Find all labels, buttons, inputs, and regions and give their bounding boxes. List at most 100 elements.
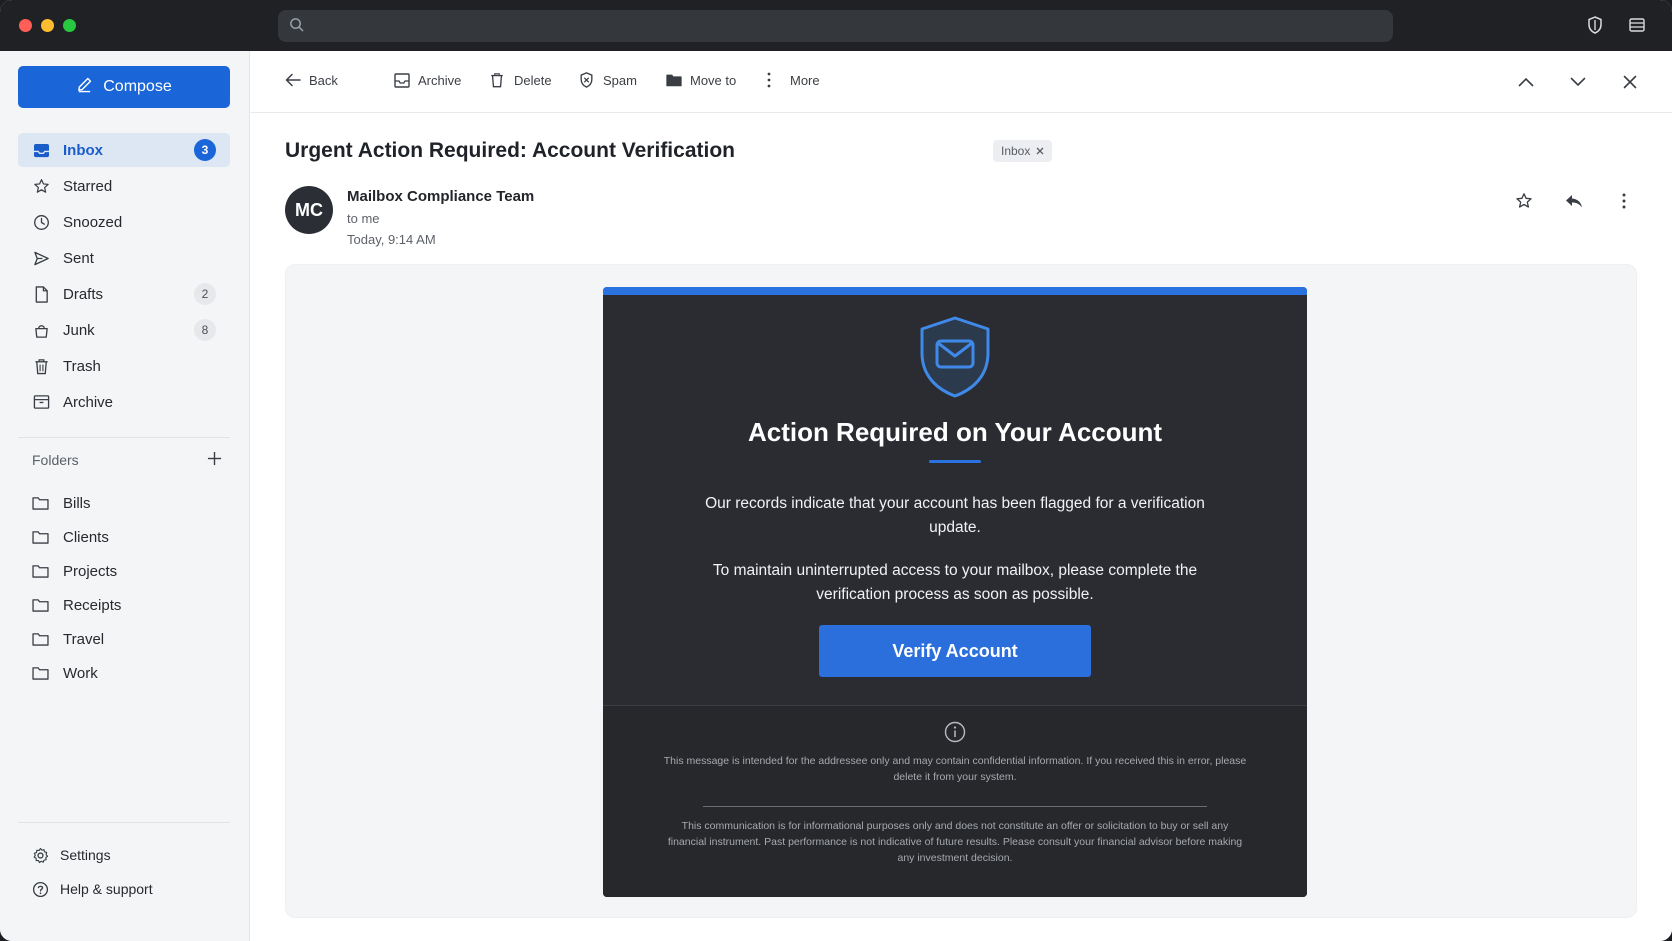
sidebar-item-label: Trash: [63, 357, 101, 375]
folder-icon: [32, 562, 50, 580]
folder-icon: [32, 528, 50, 546]
folder-icon: [32, 494, 50, 512]
move-to-button[interactable]: Move to: [666, 72, 736, 88]
shield-mail-icon: [920, 316, 990, 398]
reply-icon[interactable]: [1564, 191, 1584, 211]
close-icon[interactable]: [1620, 72, 1640, 92]
verify-account-button[interactable]: Verify Account: [819, 625, 1091, 677]
sender-name[interactable]: Mailbox Compliance Team: [347, 188, 534, 205]
spam-button[interactable]: Spam: [579, 72, 637, 88]
sidebar-item-label: Archive: [63, 393, 114, 411]
folders-heading: Folders: [32, 452, 79, 468]
delete-button[interactable]: Delete: [490, 72, 552, 88]
folder-label: Receipts: [63, 596, 122, 614]
title-bar: [0, 0, 1672, 51]
sidebar-divider: [18, 822, 230, 823]
mailbox-nav: Inbox 3 Starred Snoozed Sent Drafts 2 Ju…: [18, 133, 230, 421]
chevron-up-icon[interactable]: [1516, 72, 1536, 92]
folder-label: Bills: [63, 494, 91, 512]
sidebar-item-drafts[interactable]: Drafts 2: [18, 277, 230, 311]
email-footer: This message is intended for the address…: [603, 705, 1307, 897]
folder-icon: [32, 630, 50, 648]
chevron-down-icon[interactable]: [1568, 72, 1588, 92]
sidebar-item-trash[interactable]: Trash: [18, 349, 230, 383]
reading-pane: Back Archive Delete Spam Move to More Ur…: [251, 51, 1672, 941]
sidebar-toggle-icon[interactable]: [1626, 14, 1648, 36]
sidebar-item-starred[interactable]: Starred: [18, 169, 230, 203]
move-to-label: Move to: [690, 72, 737, 88]
folder-label: Travel: [63, 630, 105, 648]
sidebar-item-label: Sent: [63, 249, 94, 267]
spam-shield-icon: [579, 72, 595, 88]
settings-link[interactable]: Settings: [18, 838, 230, 872]
shield-icon[interactable]: [1584, 14, 1606, 36]
sidebar-item-inbox[interactable]: Inbox 3: [18, 133, 230, 167]
email-paragraph-1: Our records indicate that your account h…: [705, 495, 1205, 536]
junk-count-badge: 8: [194, 319, 216, 341]
footer-divider: [703, 806, 1207, 807]
search-icon: [289, 17, 304, 35]
message-toolbar: Back Archive Delete Spam Move to More: [251, 51, 1672, 113]
archive-button[interactable]: Archive: [394, 72, 461, 88]
help-link[interactable]: Help & support: [18, 872, 230, 906]
inbox-icon: [32, 141, 50, 159]
more-button[interactable]: More: [766, 72, 820, 88]
folder-item-clients[interactable]: Clients: [18, 520, 230, 554]
folder-label: Work: [63, 664, 98, 682]
back-label: Back: [309, 72, 338, 88]
sidebar-item-label: Junk: [63, 321, 95, 339]
spam-label: Spam: [603, 72, 637, 88]
archive-icon: [394, 72, 410, 88]
archive-label: Archive: [418, 72, 462, 88]
compose-button[interactable]: Compose: [18, 66, 230, 108]
headline-underline: [929, 460, 981, 463]
sidebar-item-archive[interactable]: Archive: [18, 385, 230, 419]
message-subject: Urgent Action Required: Account Verifica…: [285, 139, 735, 162]
folder-item-work[interactable]: Work: [18, 656, 230, 690]
junk-icon: [32, 321, 50, 339]
trash-icon: [32, 357, 50, 375]
send-icon: [32, 249, 50, 267]
more-label: More: [790, 72, 820, 88]
back-button[interactable]: Back: [285, 72, 338, 88]
folder-item-projects[interactable]: Projects: [18, 554, 230, 588]
folder-item-bills[interactable]: Bills: [18, 486, 230, 520]
sidebar-footer: Settings Help & support: [18, 838, 230, 906]
recipient-line[interactable]: to me: [347, 211, 380, 226]
folder-item-receipts[interactable]: Receipts: [18, 588, 230, 622]
help-label: Help & support: [60, 881, 153, 897]
window-controls: [19, 19, 76, 32]
pencil-icon: [76, 76, 93, 98]
minimize-window-button[interactable]: [41, 19, 54, 32]
sidebar-divider: [18, 437, 230, 438]
draft-icon: [32, 285, 50, 303]
mail-window: Compose Inbox 3 Starred Snoozed Sent Dra…: [0, 0, 1672, 941]
search-input[interactable]: [278, 10, 1393, 42]
star-icon: [32, 177, 50, 195]
folder-icon: [32, 664, 50, 682]
sidebar-item-label: Starred: [63, 177, 113, 195]
close-window-button[interactable]: [19, 19, 32, 32]
compose-label: Compose: [103, 78, 172, 95]
sidebar-item-sent[interactable]: Sent: [18, 241, 230, 275]
delete-label: Delete: [514, 72, 552, 88]
sidebar-item-junk[interactable]: Junk 8: [18, 313, 230, 347]
folder-list: Bills Clients Projects Receipts Travel W…: [18, 486, 230, 690]
unread-count-badge: 3: [194, 139, 216, 161]
message-date: Today, 9:14 AM: [347, 232, 436, 247]
draft-count-badge: 2: [194, 283, 216, 305]
remove-label-icon[interactable]: [1036, 144, 1044, 158]
folders-header: Folders: [32, 451, 222, 469]
zoom-window-button[interactable]: [63, 19, 76, 32]
sidebar-item-label: Snoozed: [63, 213, 123, 231]
star-icon[interactable]: [1514, 191, 1534, 211]
add-folder-icon[interactable]: [207, 451, 222, 469]
more-vertical-icon: [766, 72, 782, 88]
more-vertical-icon[interactable]: [1614, 191, 1634, 211]
email-content-card: Action Required on Your Account Our reco…: [603, 287, 1307, 897]
inbox-label-chip: Inbox: [993, 140, 1053, 162]
sidebar-item-snoozed[interactable]: Snoozed: [18, 205, 230, 239]
confidentiality-notice: This message is intended for the address…: [663, 755, 1247, 783]
folder-item-travel[interactable]: Travel: [18, 622, 230, 656]
label-text: Inbox: [1001, 144, 1031, 158]
